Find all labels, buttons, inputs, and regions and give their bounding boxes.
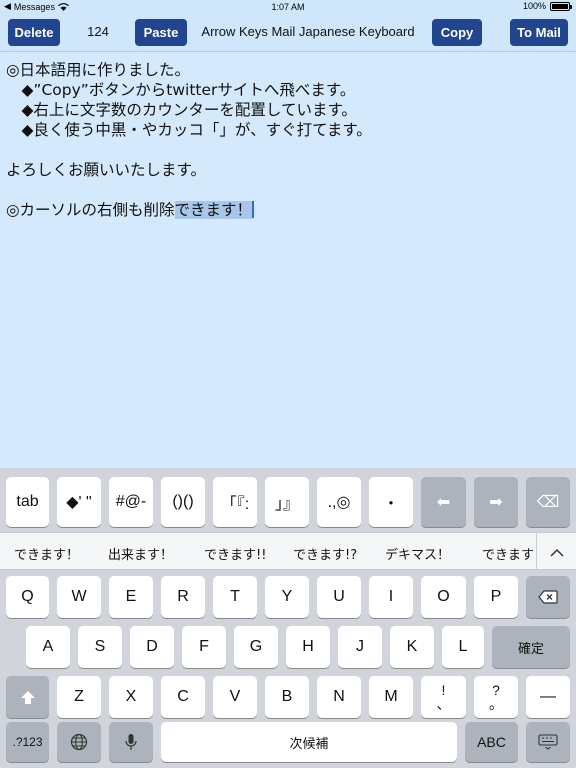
brackets-key[interactable]: 「『: [213, 477, 257, 527]
suggestion-bar: できます！ 出来ます！ できます!! できます!? デキマス！ できます [0, 532, 576, 570]
key-d[interactable]: D [130, 626, 174, 668]
status-time: 1:07 AM [271, 2, 305, 12]
suggestion-item[interactable]: できます!? [293, 544, 357, 563]
globe-icon[interactable] [57, 722, 101, 762]
suggestion-item[interactable]: できます！ [14, 544, 79, 563]
backspace-icon[interactable] [526, 576, 570, 618]
suggestion-item[interactable]: できます!! [204, 544, 266, 563]
app-title: Arrow Keys Mail Japanese Keyboard [201, 24, 415, 39]
key-k[interactable]: K [390, 626, 434, 668]
key-p[interactable]: P [474, 576, 518, 618]
microphone-icon[interactable] [109, 722, 153, 762]
battery-fill [552, 3, 568, 9]
suggestion-item[interactable]: デキマス！ [385, 544, 450, 563]
key-e[interactable]: E [109, 576, 153, 618]
tab-key[interactable]: tab [6, 477, 49, 527]
editor-line: ◆右上に文字数のカウンターを配置しています。 [6, 101, 357, 119]
key-h[interactable]: H [286, 626, 330, 668]
key-i[interactable]: I [369, 576, 413, 618]
parens-key[interactable]: ()() [161, 477, 205, 527]
key-dash[interactable]: — [526, 676, 570, 718]
middle-dot-key[interactable]: ・ [369, 477, 413, 527]
key-question-period[interactable]: ? 。 [474, 676, 518, 718]
status-bar: ◀ Messages 1:07 AM 100% [0, 0, 576, 14]
numbers-key[interactable]: .?123 [6, 722, 49, 762]
battery-icon [550, 1, 572, 11]
editor-line-text: ◎カーソルの右側も削除 [6, 201, 175, 219]
key-a[interactable]: A [26, 626, 70, 668]
collapse-chevron-icon[interactable] [536, 533, 576, 569]
key-v[interactable]: V [213, 676, 257, 718]
symbols-key[interactable]: #@- [109, 477, 153, 527]
editor-line-last: ◎カーソルの右側も削除できます！ [6, 200, 570, 220]
key-b[interactable]: B [265, 676, 309, 718]
key-n[interactable]: N [317, 676, 361, 718]
key-z[interactable]: Z [57, 676, 101, 718]
space-next-candidate-key[interactable]: 次候補 [161, 722, 457, 762]
editor-line: よろしくお願いいたします。 [6, 161, 206, 179]
text-editor[interactable]: ◎日本語用に作りました。 ◆”Copy”ボタンからtwitterサイトへ飛べます… [0, 52, 576, 468]
suggestion-item[interactable]: 出来ます！ [108, 544, 173, 563]
key-q[interactable]: Q [6, 576, 49, 618]
punct-key[interactable]: .,◎ [317, 477, 361, 527]
keyboard-dismiss-icon[interactable] [526, 722, 570, 762]
key-g[interactable]: G [234, 626, 278, 668]
key-f[interactable]: F [182, 626, 226, 668]
paste-button[interactable]: Paste [135, 19, 187, 46]
delete-button[interactable]: Delete [8, 19, 60, 46]
battery-percent: 100% [522, 1, 546, 11]
key-exclaim-comma[interactable]: ! 、 [421, 676, 466, 718]
editor-line: ◆”Copy”ボタンからtwitterサイトへ飛べます。 [6, 81, 356, 99]
confirm-key[interactable]: 確定 [492, 626, 570, 668]
text-caret [252, 201, 255, 218]
key-x[interactable]: X [109, 676, 153, 718]
abc-key[interactable]: ABC [465, 722, 518, 762]
key-o[interactable]: O [421, 576, 466, 618]
toolbar: Delete 124 Paste Arrow Keys Mail Japanes… [0, 14, 576, 52]
right-arrow-key[interactable]: ➡ [474, 477, 518, 527]
to-mail-button[interactable]: To Mail [510, 19, 568, 46]
char-counter: 124 [87, 24, 109, 39]
copy-button[interactable]: Copy [432, 19, 482, 46]
key-r[interactable]: R [161, 576, 205, 618]
left-arrow-key[interactable]: ⬅ [421, 477, 466, 527]
editor-line: ◆良く使う中黒・やカッコ「」が、すぐ打てます。 [6, 121, 372, 139]
key-c[interactable]: C [161, 676, 205, 718]
key-l[interactable]: L [442, 626, 484, 668]
keyboard: tab ◆' " #@- ()() 「『: 」』 .,◎ ・ ⬅ ➡ ⌫ できま… [0, 468, 576, 768]
key-w[interactable]: W [57, 576, 101, 618]
shift-icon[interactable] [6, 676, 49, 718]
status-right: 100% [522, 1, 572, 11]
key-y[interactable]: Y [265, 576, 309, 618]
selected-text[interactable]: できます！ [174, 201, 253, 219]
key-m[interactable]: M [369, 676, 413, 718]
key-j[interactable]: J [338, 626, 382, 668]
suggestion-item[interactable]: できます [482, 544, 534, 563]
diamond-quote-key[interactable]: ◆' " [57, 477, 101, 527]
key-s[interactable]: S [78, 626, 122, 668]
editor-line: ◎日本語用に作りました。 [6, 61, 191, 79]
backspace-key-top[interactable]: ⌫ [526, 477, 570, 527]
key-t[interactable]: T [213, 576, 257, 618]
close-brackets-key[interactable]: 」』 [265, 477, 309, 527]
key-u[interactable]: U [317, 576, 361, 618]
